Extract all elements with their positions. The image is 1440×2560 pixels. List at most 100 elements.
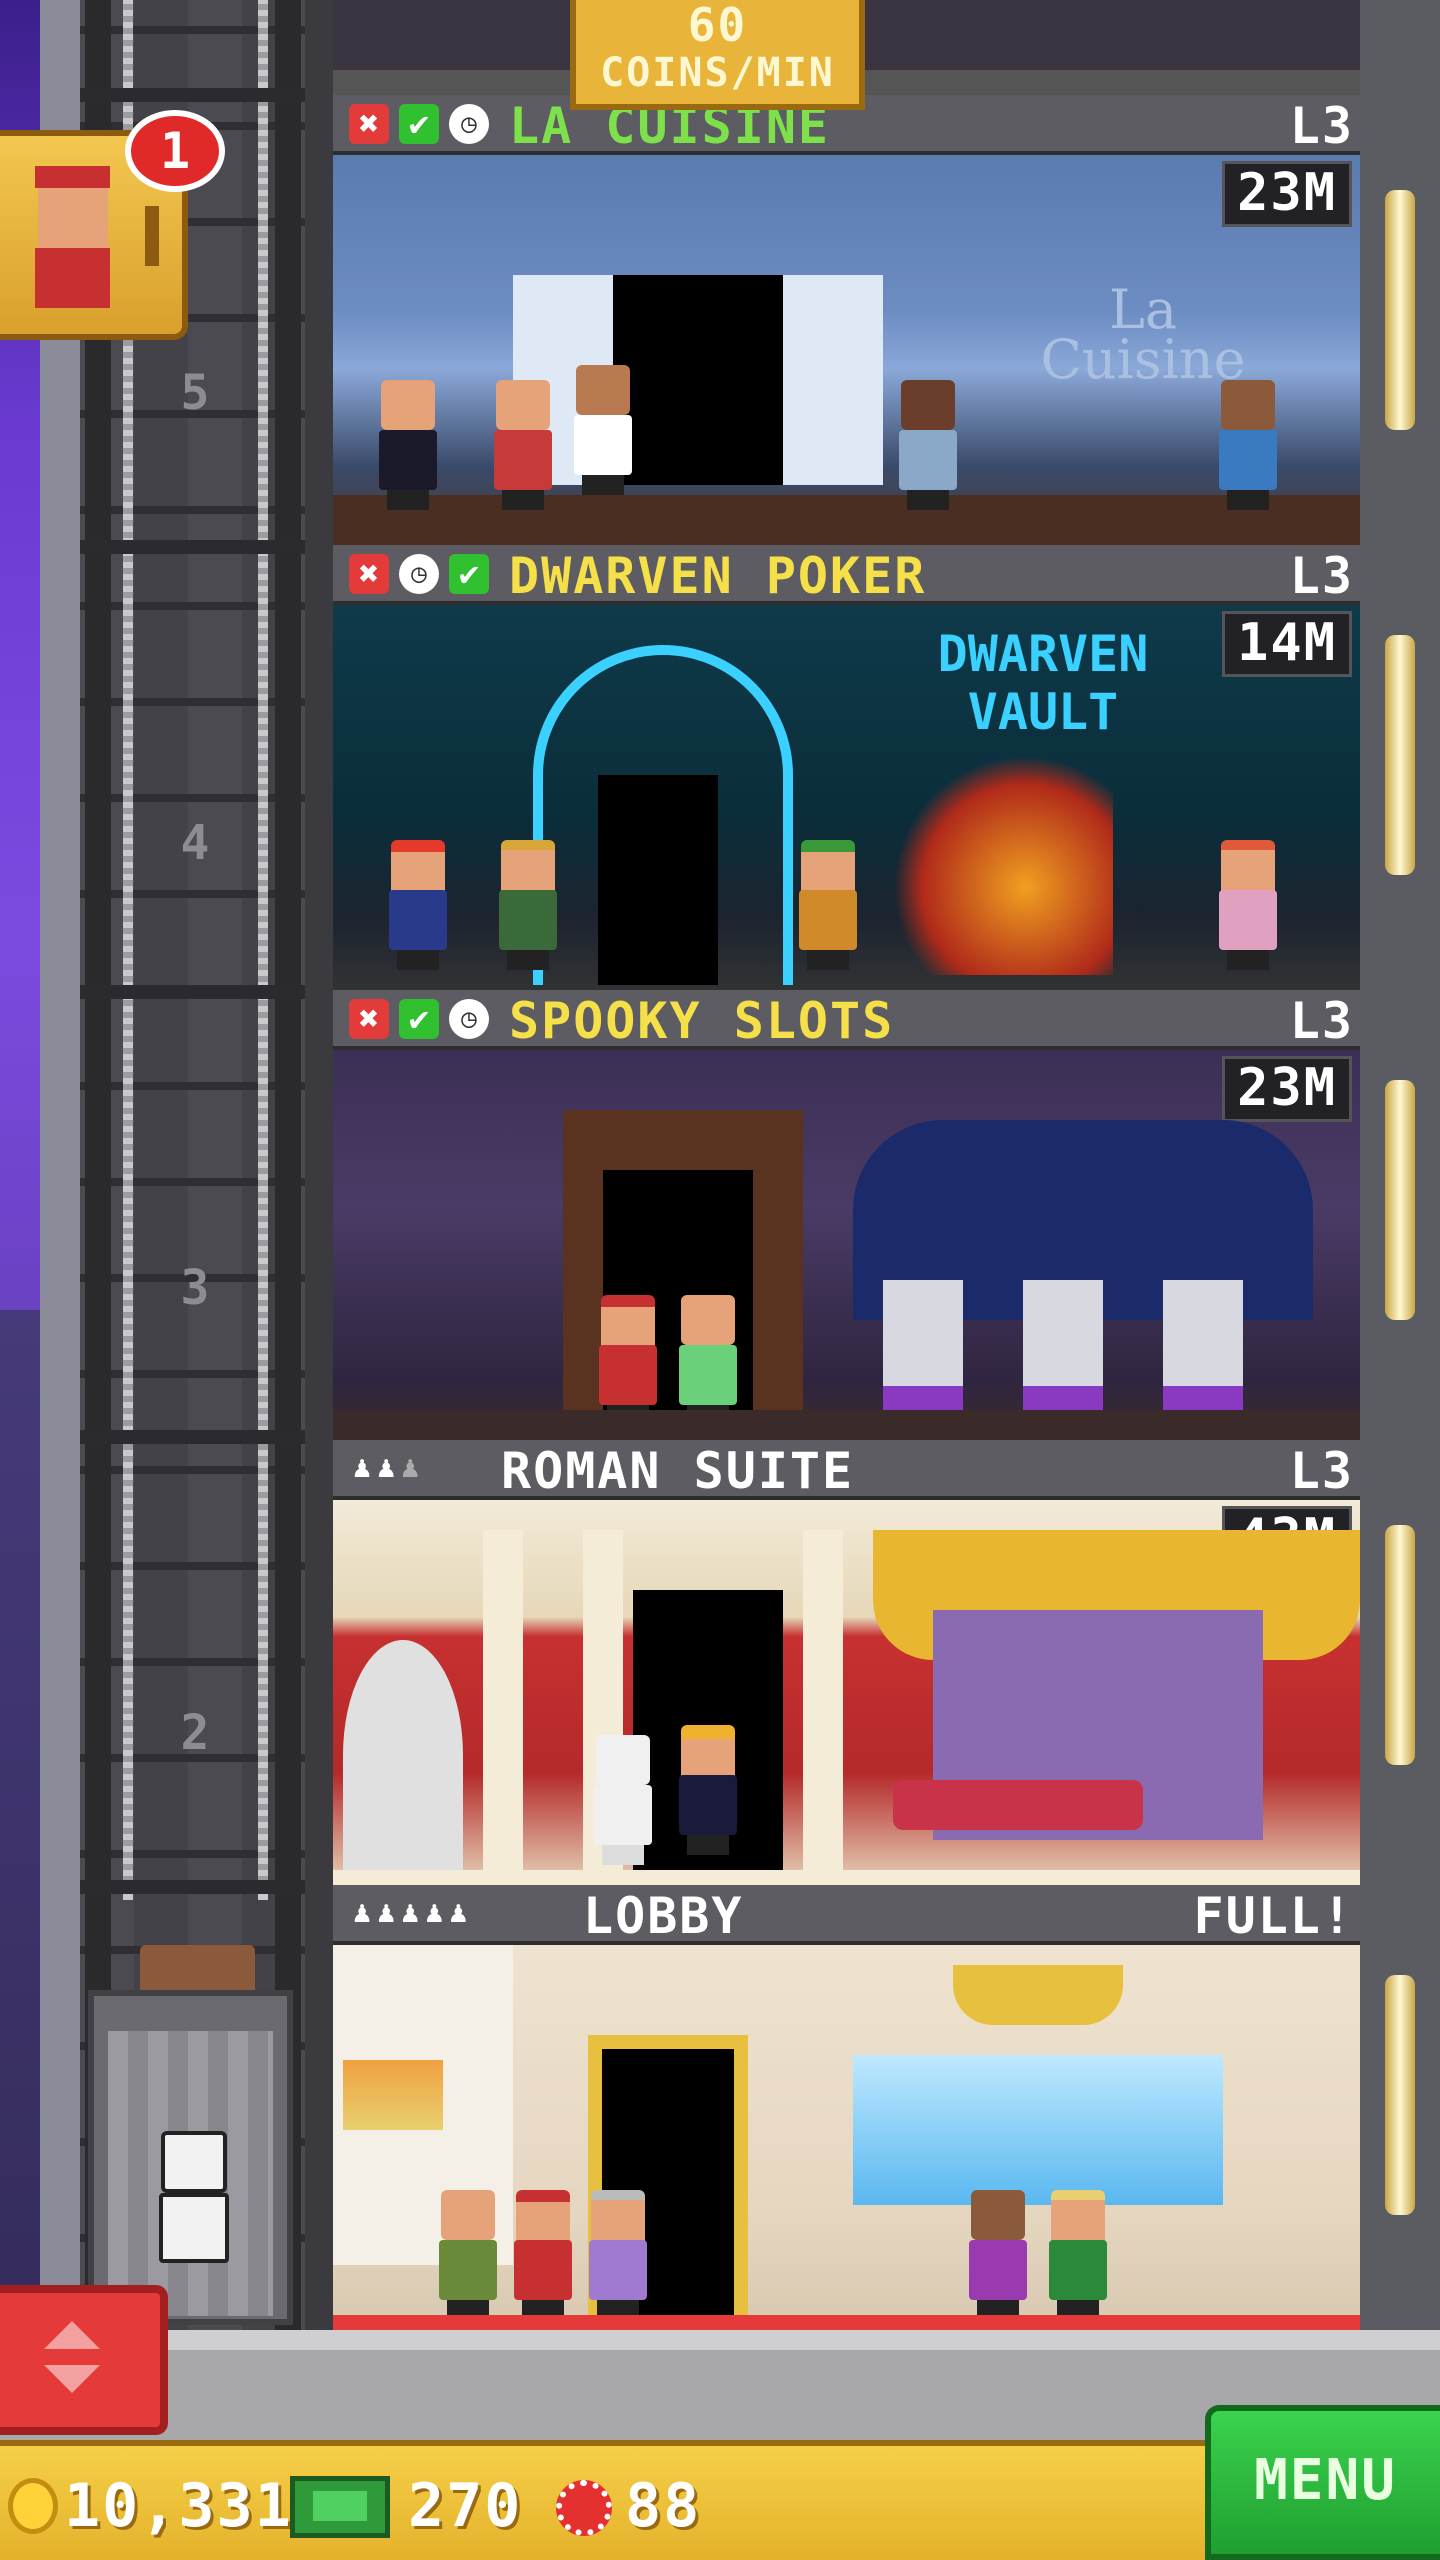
bellhop-icon xyxy=(30,166,115,316)
guest-character xyxy=(1213,380,1283,510)
floor-level: L3 xyxy=(1289,97,1354,155)
casino-chip-icon xyxy=(556,2480,612,2536)
floor-header: ✖ ◷ ✔ DWARVEN POKER L3 xyxy=(333,545,1360,605)
floor-header: ♟♟♟♟♟ LOBBY FULL! xyxy=(333,1885,1360,1945)
exclamation-icon xyxy=(145,206,159,266)
floor-number-5: 5 xyxy=(180,365,210,421)
floor-name: DWARVEN POKER xyxy=(509,547,927,605)
guest-character xyxy=(673,1295,743,1425)
elevator-control-button[interactable] xyxy=(0,2285,168,2435)
floor-number-4: 4 xyxy=(180,815,210,871)
floor-dwarven-poker[interactable]: ✖ ◷ ✔ DWARVEN POKER L3 14M DWARVEN VAULT xyxy=(333,545,1360,995)
city-skyline xyxy=(0,1310,40,2330)
floor-spooky-slots[interactable]: ✖ ✔ ◷ SPOOKY SLOTS L3 23M xyxy=(333,990,1360,1440)
sunset-painting xyxy=(343,2060,443,2130)
floor-number-2: 2 xyxy=(180,1705,210,1761)
tower-bux-icon xyxy=(290,2476,390,2538)
guest-character xyxy=(433,2190,503,2320)
slot-machine xyxy=(1023,1280,1103,1410)
guest-character xyxy=(673,1725,743,1855)
elevator-roof xyxy=(140,1945,255,1993)
coins-balance: 10,331 xyxy=(64,2471,293,2541)
dwarf-character xyxy=(383,840,453,970)
floor-name: SPOOKY SLOTS xyxy=(509,992,895,1050)
floor-roman-suite[interactable]: ♟♟♟ ROMAN SUITE L3 43M xyxy=(333,1440,1360,1890)
floor-name: LOBBY xyxy=(583,1887,744,1945)
floor-header: ✖ ✔ ◷ SPOOKY SLOTS L3 xyxy=(333,990,1360,1050)
menu-button[interactable]: MENU xyxy=(1205,2405,1440,2560)
restock-timer: 14M xyxy=(1222,611,1352,677)
floor-name: ROMAN SUITE xyxy=(501,1442,855,1500)
coin-icon xyxy=(8,2478,58,2534)
floor-level: L3 xyxy=(1289,992,1354,1050)
occupancy-icons: ♟♟♟ xyxy=(353,1450,426,1485)
elevator-rail-right xyxy=(258,0,268,1900)
guest-character xyxy=(893,380,963,510)
statue xyxy=(343,1640,463,1870)
check-icon: ✔ xyxy=(399,999,439,1039)
floor-level: L3 xyxy=(1289,1442,1354,1500)
restock-timer: 23M xyxy=(1222,161,1352,227)
room-scene: 43M xyxy=(333,1500,1360,1890)
shaft-wall xyxy=(40,0,80,2330)
room-scene xyxy=(333,1945,1360,2330)
shaft-floor-divider xyxy=(80,540,305,554)
room-scene: 14M DWARVEN VAULT xyxy=(333,605,1360,995)
elevator-car[interactable] xyxy=(88,1990,293,2325)
chips-balance: 88 xyxy=(625,2471,702,2541)
guest-character xyxy=(1043,2190,1113,2320)
room-door xyxy=(598,775,718,985)
guest-character xyxy=(488,380,558,510)
chef-character xyxy=(568,365,638,495)
wall-light xyxy=(1385,635,1415,875)
coins-per-minute-label: COINS/MIN xyxy=(600,50,835,96)
bellhop-character xyxy=(508,2190,578,2320)
guest-character xyxy=(1213,840,1283,970)
trooper-character xyxy=(588,1735,658,1865)
x-icon: ✖ xyxy=(349,554,389,594)
shaft-column-left xyxy=(85,0,111,2330)
wall-light xyxy=(1385,1080,1415,1320)
shaft-floor-divider xyxy=(80,985,305,999)
clock-icon: ◷ xyxy=(399,554,439,594)
coins-per-minute-banner: 60 COINS/MIN xyxy=(570,0,865,110)
wall-light xyxy=(1385,190,1415,430)
dwarf-character xyxy=(793,840,863,970)
arrow-up-icon xyxy=(44,2321,100,2349)
chandelier xyxy=(953,1965,1123,2025)
room-scene: 23M xyxy=(333,1050,1360,1440)
notification-count-badge: 1 xyxy=(125,110,225,192)
floor-level: L3 xyxy=(1289,547,1354,605)
sofa xyxy=(893,1780,1143,1830)
coins-per-minute-value: 60 xyxy=(687,0,748,52)
bellhop-character xyxy=(593,1295,663,1425)
floor-la-cuisine[interactable]: ✖ ✔ ◷ LA CUISINE L3 23M La Cuisine xyxy=(333,95,1360,545)
guest-character xyxy=(963,2190,1033,2320)
wall-light xyxy=(1385,1975,1415,2215)
check-icon: ✔ xyxy=(399,104,439,144)
vault-sign: DWARVEN VAULT xyxy=(937,625,1149,741)
wall-light xyxy=(1385,1525,1415,1765)
sidewalk xyxy=(0,2330,1440,2350)
clock-icon: ◷ xyxy=(449,999,489,1039)
shaft-floor-divider xyxy=(80,1430,305,1444)
guest-character xyxy=(373,380,443,510)
shaft-floor-divider xyxy=(80,88,305,102)
floor-number-3: 3 xyxy=(180,1260,210,1316)
check-icon: ✔ xyxy=(449,554,489,594)
x-icon: ✖ xyxy=(349,104,389,144)
occupancy-icons: ♟♟♟♟♟ xyxy=(353,1895,474,1930)
x-icon: ✖ xyxy=(349,999,389,1039)
lobby-aquarium xyxy=(853,2055,1223,2205)
room-door xyxy=(613,275,783,485)
bux-balance: 270 xyxy=(408,2471,523,2541)
slot-machine xyxy=(883,1280,963,1410)
elevator-passenger xyxy=(149,2131,239,2276)
floor-header: ♟♟♟ ROMAN SUITE L3 xyxy=(333,1440,1360,1500)
guest-character xyxy=(493,840,563,970)
guest-character xyxy=(583,2190,653,2320)
clock-icon: ◷ xyxy=(449,104,489,144)
floor-lobby[interactable]: ♟♟♟♟♟ LOBBY FULL! xyxy=(333,1885,1360,2330)
restaurant-sign: La Cuisine xyxy=(1040,278,1246,391)
lobby-status: FULL! xyxy=(1193,1887,1354,1945)
